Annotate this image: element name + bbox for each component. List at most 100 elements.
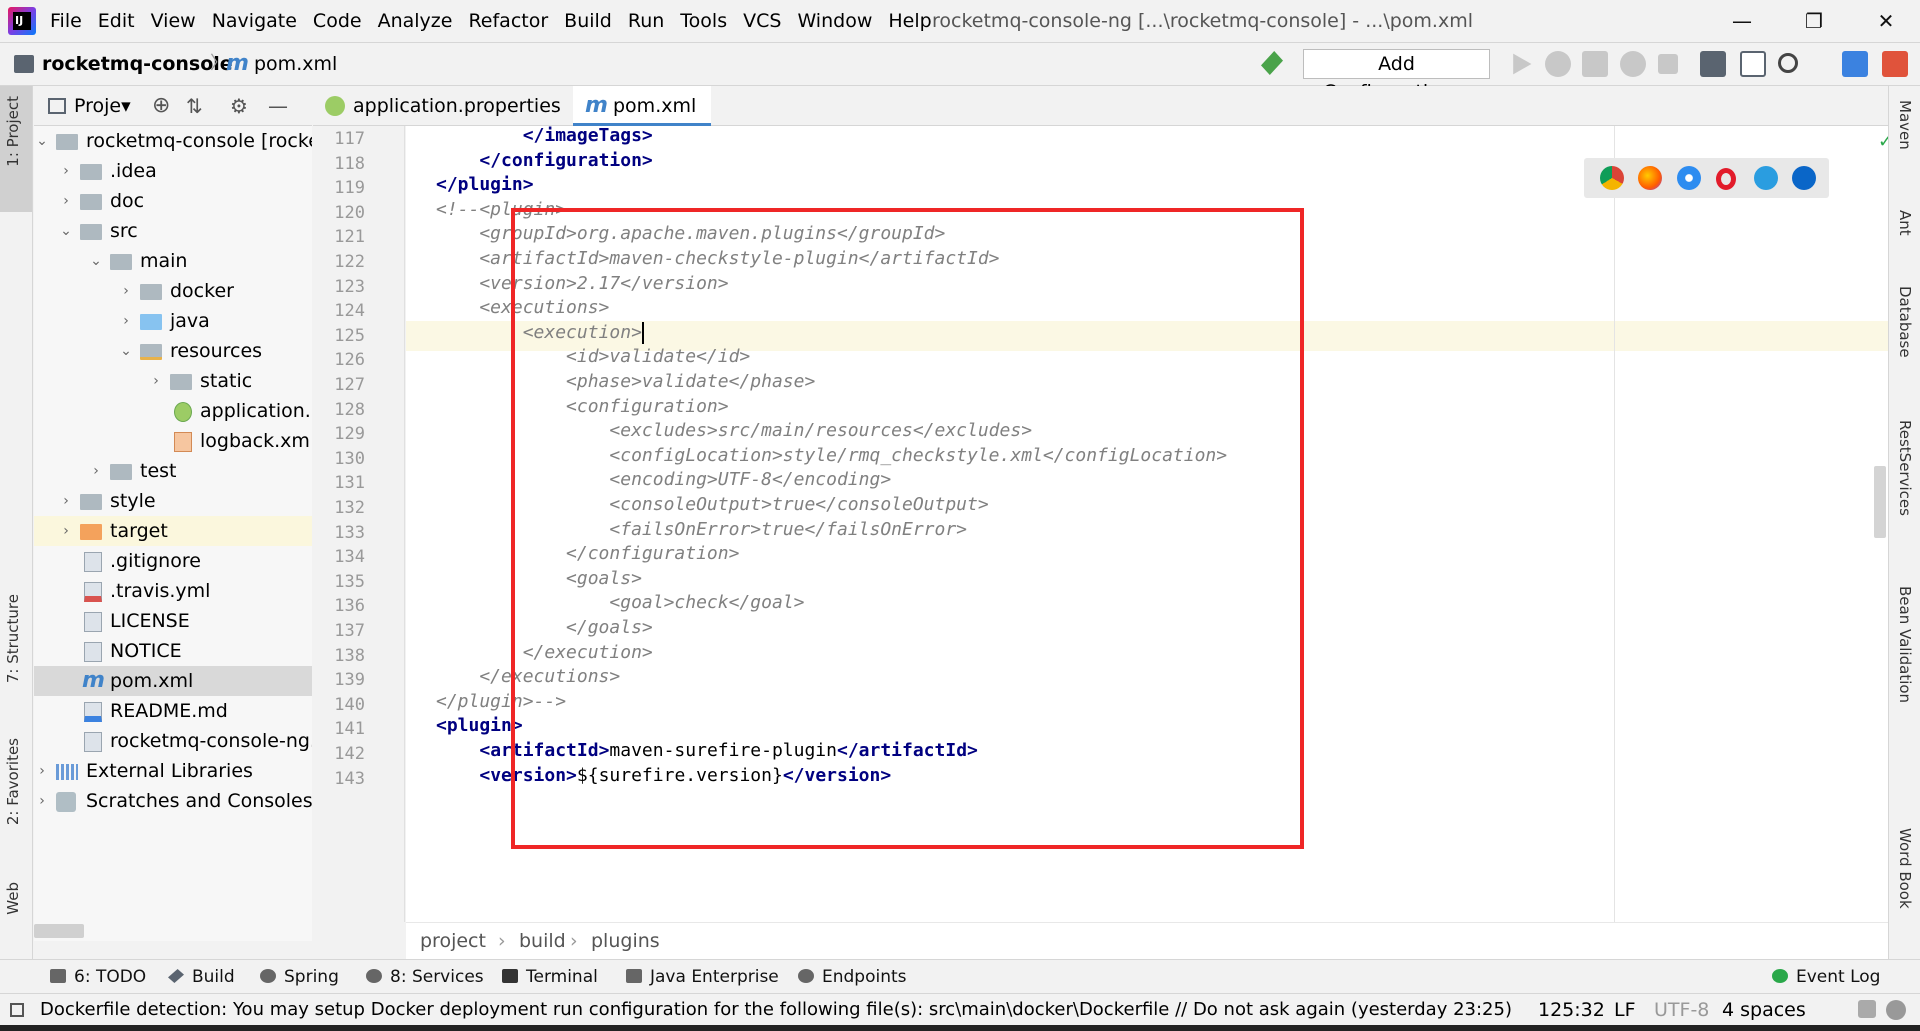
tree-item-java[interactable]: › java [34,306,312,336]
hide-panel-icon[interactable]: — [268,86,288,126]
add-configuration-button[interactable]: Add Configuration... [1303,49,1490,103]
nav-file[interactable]: pom.xml [254,43,337,85]
edge-icon[interactable] [1792,166,1816,190]
expand-arrow[interactable]: › [34,756,50,786]
tree-item-license[interactable]: LICENSE [34,606,312,636]
close-window-button[interactable]: ✕ [1856,0,1916,42]
opera-icon[interactable] [1716,168,1736,190]
tree-item-pom[interactable]: m pom.xml [34,666,312,696]
tree-item-target[interactable]: › target [34,516,312,546]
tree-item-logback[interactable]: logback.xm [34,426,312,456]
tree-item-style[interactable]: › style [34,486,312,516]
minimize-button[interactable]: — [1712,0,1772,42]
expand-arrow[interactable]: › [58,486,74,516]
menu-tools[interactable]: Tools [680,0,727,42]
tab-application-properties[interactable]: application.properties × [313,86,567,157]
expand-arrow[interactable]: ⌄ [58,216,74,246]
horizontal-scrollbar[interactable] [34,924,84,938]
tree-item-main[interactable]: ⌄ main [34,246,312,276]
menu-navigate[interactable]: Navigate [212,0,297,42]
build-tool-button[interactable]: Build [168,960,235,994]
translate-icon[interactable] [1842,51,1868,77]
stop-icon[interactable] [1658,54,1678,74]
todo-tool-button[interactable]: 6: TODO [50,960,146,994]
maven-tool-tab[interactable]: Maven [1896,100,1914,150]
expand-arrow[interactable]: ⌄ [118,336,134,366]
endpoints-tool-button[interactable]: Endpoints [798,960,907,994]
line-separator[interactable]: LF [1614,994,1636,1026]
expand-arrow[interactable]: › [118,306,134,336]
tree-item-src[interactable]: ⌄ src [34,216,312,246]
restore-button[interactable]: ❐ [1784,0,1844,42]
safari-icon[interactable] [1677,166,1701,190]
tree-item-external-libraries[interactable]: › External Libraries [34,756,312,786]
menu-code[interactable]: Code [313,0,362,42]
database-tool-tab[interactable]: Database [1896,286,1914,358]
tree-item-test[interactable]: › test [34,456,312,486]
tree-item-resources[interactable]: ⌄ resources [34,336,312,366]
structure-tool-tab[interactable]: 7: Structure [4,594,22,683]
google-translate-icon[interactable] [1882,51,1908,77]
menu-help[interactable]: Help [888,0,931,42]
tree-item-static[interactable]: › static [34,366,312,396]
profile-icon[interactable] [1620,51,1646,77]
expand-arrow[interactable]: ⌄ [34,126,50,156]
run-icon[interactable] [1513,53,1532,75]
nav-project[interactable]: rocketmq-console [42,43,233,85]
collapse-all-icon[interactable]: ⇅ [186,86,203,126]
menu-refactor[interactable]: Refactor [468,0,548,42]
web-tool-tab[interactable]: Web [4,882,22,915]
indent-setting[interactable]: 4 spaces [1722,994,1806,1026]
status-message[interactable]: Dockerfile detection: You may setup Dock… [40,994,1520,1026]
expand-arrow[interactable]: › [58,156,74,186]
tree-item-application[interactable]: application. [34,396,312,426]
breadcrumb-build[interactable]: build [519,923,566,959]
project-structure-icon[interactable] [1700,51,1726,77]
run-anything-icon[interactable] [1740,51,1766,77]
expand-arrow[interactable]: › [118,276,134,306]
menu-run[interactable]: Run [628,0,664,42]
menu-view[interactable]: View [151,0,196,42]
expand-arrow[interactable]: › [58,186,74,216]
inspection-ok-icon[interactable]: ✓ [1878,131,1888,152]
menu-edit[interactable]: Edit [98,0,135,42]
ie-icon[interactable] [1754,166,1778,190]
menu-window[interactable]: Window [797,0,872,42]
tree-item-idea[interactable]: › .idea [34,156,312,186]
expand-arrow[interactable]: ⌄ [88,246,104,276]
vertical-scrollbar[interactable] [1874,466,1886,538]
bean-validation-tool-tab[interactable]: Bean Validation [1896,586,1914,703]
breadcrumb-project[interactable]: project [420,923,486,959]
spring-tool-button[interactable]: Spring [260,960,339,994]
favorites-tool-tab[interactable]: 2: Favorites [4,738,22,825]
tree-item-iml[interactable]: rocketmq-console-ng. [34,726,312,756]
java-enterprise-tool-button[interactable]: Java Enterprise [626,960,779,994]
restservices-tool-tab[interactable]: RestServices [1896,420,1914,516]
menu-build[interactable]: Build [564,0,612,42]
tree-item-readme[interactable]: README.md [34,696,312,726]
expand-arrow[interactable]: › [34,786,50,816]
file-encoding[interactable]: UTF-8 [1654,994,1709,1026]
word-book-tool-tab[interactable]: Word Book [1896,828,1914,909]
project-tool-tab[interactable]: 1: Project [4,96,22,167]
firefox-icon[interactable] [1638,166,1662,190]
build-hammer-icon[interactable] [1261,51,1283,75]
search-icon[interactable] [1778,53,1798,73]
expand-arrow[interactable]: › [88,456,104,486]
tree-item-notice[interactable]: NOTICE [34,636,312,666]
menu-file[interactable]: File [50,0,82,42]
menu-vcs[interactable]: VCS [743,0,781,42]
status-toggle-icon[interactable] [10,1003,24,1017]
tree-item-gitignore[interactable]: .gitignore [34,546,312,576]
tree-item-doc[interactable]: › doc [34,186,312,216]
project-view-dropdown[interactable]: Proje▾ [74,86,131,126]
locate-icon[interactable]: ⊕ [152,86,170,126]
caret-position[interactable]: 125:32 [1538,994,1605,1026]
event-log-tool-button[interactable]: Event Log [1772,960,1880,994]
tree-item-root[interactable]: ⌄ rocketmq-console [rocke [34,126,312,156]
debug-icon[interactable] [1545,51,1571,77]
tree-item-scratches[interactable]: › Scratches and Consoles [34,786,312,816]
expand-arrow[interactable]: › [148,366,164,396]
tree-item-docker[interactable]: › docker [34,276,312,306]
tree-item-travis[interactable]: .travis.yml [34,576,312,606]
